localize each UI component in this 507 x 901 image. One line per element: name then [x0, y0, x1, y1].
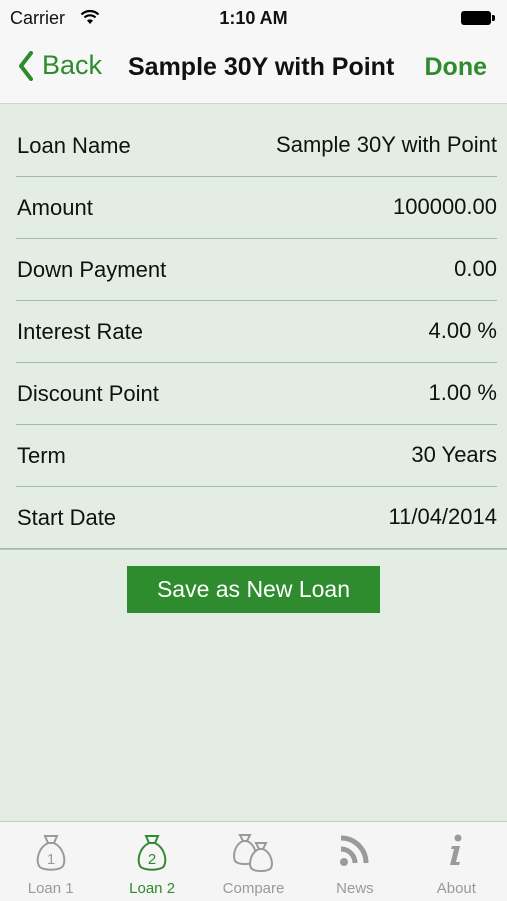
- interest-rate-value[interactable]: 4.00 %: [429, 318, 498, 344]
- loan-name-value[interactable]: Sample 30Y with Point: [276, 132, 497, 158]
- tab-label: Loan 2: [129, 880, 176, 897]
- tab-bar: 1 Loan 1 2 Loan 2 Compare News About: [0, 821, 507, 901]
- loan-name-row[interactable]: Loan Name Sample 30Y with Point: [0, 115, 507, 177]
- tab-loan-1[interactable]: 1 Loan 1: [0, 822, 101, 901]
- tab-news[interactable]: News: [304, 822, 405, 901]
- svg-text:2: 2: [148, 851, 156, 868]
- start-date-row[interactable]: Start Date 11/04/2014: [0, 487, 507, 550]
- tab-label: News: [336, 880, 374, 897]
- rss-icon: [338, 832, 372, 873]
- row-label: Start Date: [17, 505, 117, 530]
- tab-about[interactable]: About: [406, 822, 507, 901]
- row-label: Loan Name: [17, 133, 131, 158]
- tab-label: About: [436, 880, 476, 897]
- tab-label: Compare: [222, 880, 285, 897]
- row-label: Amount: [17, 195, 93, 220]
- back-label: Back: [42, 50, 103, 80]
- amount-value[interactable]: 100000.00: [393, 194, 497, 220]
- start-date-value[interactable]: 11/04/2014: [389, 504, 497, 530]
- row-label: Interest Rate: [17, 319, 143, 344]
- svg-text:1: 1: [47, 851, 55, 868]
- interest-rate-row[interactable]: Interest Rate 4.00 %: [0, 301, 507, 363]
- battery-icon: [461, 11, 495, 25]
- page-title: Sample 30Y with Point: [128, 53, 395, 81]
- tab-loan-2[interactable]: 2 Loan 2: [101, 822, 202, 901]
- down-payment-value[interactable]: 0.00: [454, 256, 497, 282]
- row-divider: [0, 548, 507, 549]
- term-row[interactable]: Term 30 Years: [0, 425, 507, 487]
- row-label: Term: [17, 443, 66, 468]
- save-as-new-loan-button[interactable]: Save as New Loan: [127, 566, 380, 613]
- info-icon: [446, 832, 466, 873]
- discount-point-value[interactable]: 1.00 %: [429, 380, 498, 406]
- loan-form: Loan Name Sample 30Y with Point Amount 1…: [0, 115, 507, 550]
- back-button[interactable]: Back: [18, 50, 102, 81]
- tab-compare[interactable]: Compare: [203, 822, 304, 901]
- done-button[interactable]: Done: [425, 53, 488, 82]
- tab-label: Loan 1: [27, 880, 74, 897]
- row-label: Down Payment: [17, 257, 167, 282]
- navigation-bar: Back Sample 30Y with Point Done: [0, 36, 507, 104]
- status-time: 1:10 AM: [219, 8, 288, 28]
- row-label: Discount Point: [17, 381, 159, 406]
- down-payment-row[interactable]: Down Payment 0.00: [0, 239, 507, 301]
- amount-row[interactable]: Amount 100000.00: [0, 177, 507, 239]
- status-bar: Carrier 1:10 AM: [0, 0, 507, 36]
- chevron-left-icon: [19, 50, 33, 81]
- money-bags-compare-icon: [231, 832, 277, 877]
- term-value[interactable]: 30 Years: [411, 442, 497, 468]
- money-bag-2-icon: 2: [135, 832, 169, 877]
- discount-point-row[interactable]: Discount Point 1.00 %: [0, 363, 507, 425]
- money-bag-1-icon: 1: [34, 832, 68, 877]
